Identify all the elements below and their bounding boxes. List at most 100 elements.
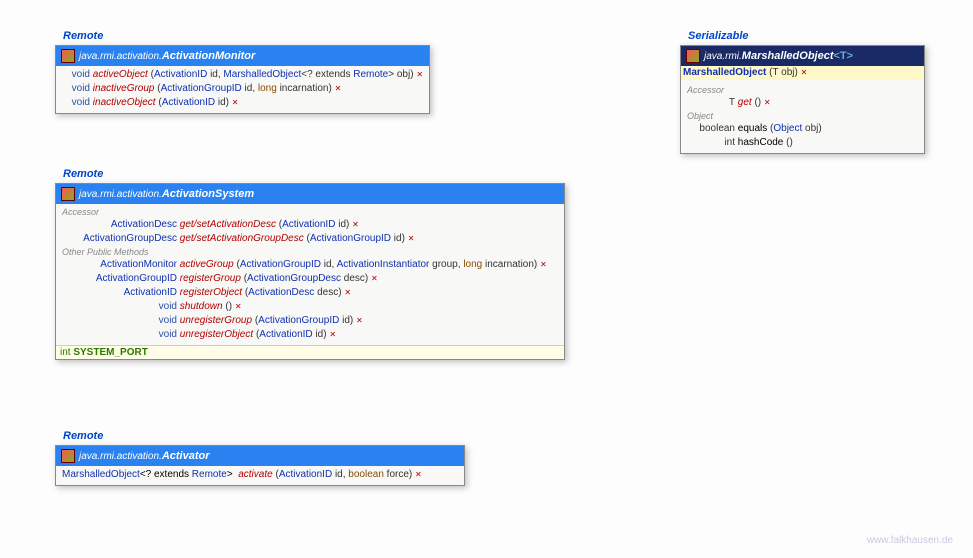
return-type: void [62,300,177,314]
method-row: boolean equals (Object obj) [685,122,920,136]
method-name: equals [738,123,767,134]
method-row: void unregisterGroup (ActivationGroupID … [60,314,560,328]
params: (ActivationDesc desc) [245,287,342,298]
method-name: activeGroup [180,259,234,270]
params: (Object obj) [770,123,822,134]
params: (ActivationID id, boolean force) [275,469,412,480]
method-row: void inactiveObject (ActivationID id) ✕ [60,96,425,110]
method-row: void unregisterObject (ActivationID id) … [60,328,560,342]
throws-icon: ✕ [344,288,351,297]
method-name: registerGroup [180,273,241,284]
method-row: void inactiveGroup (ActivationGroupID id… [60,82,425,96]
params: () [786,137,793,148]
method-row: void shutdown () ✕ [60,300,560,314]
stereotype-remote-3: Remote [63,430,103,442]
throws-icon: ✕ [801,68,808,77]
field-row: int SYSTEM_PORT [56,345,564,359]
footer-link[interactable]: www.falkhausen.de [867,535,953,546]
params: (ActivationID id) [279,219,350,230]
class-activation-system: java.rmi.activation. ActivationSystem Ac… [55,183,565,360]
method-name: unregisterObject [180,329,253,340]
method-row: ActivationDesc get/setActivationDesc (Ac… [60,218,560,232]
return-type: void [62,68,90,82]
pkg-label: java.rmi. [704,51,742,62]
method-body: Accessor T get () ✕ Object boolean equal… [681,80,924,153]
class-icon [686,49,700,63]
throws-icon: ✕ [371,274,378,283]
interface-icon [61,187,75,201]
method-name: activeObject [93,69,148,80]
method-body: Accessor ActivationDesc get/setActivatio… [56,204,564,345]
pkg-label: java.rmi.activation. [79,51,162,62]
pkg-label: java.rmi.activation. [79,451,162,462]
params: () [754,97,761,108]
throws-icon: ✕ [415,470,422,479]
throws-icon: ✕ [356,316,363,325]
throws-icon: ✕ [335,84,342,93]
section-other: Other Public Methods [60,246,560,258]
class-name: ActivationSystem [162,188,254,200]
method-name: get [738,97,752,108]
method-row: ActivationID registerObject (ActivationD… [60,286,560,300]
method-row: ActivationGroupDesc get/setActivationGro… [60,232,560,246]
titlebar-activation-monitor: java.rmi.activation. ActivationMonitor [56,46,429,66]
return-type: T [687,96,735,110]
method-body: MarshalledObject<? extends Remote> activ… [56,466,464,485]
constructor-name: MarshalledObject [683,67,766,78]
method-row: ActivationMonitor activeGroup (Activatio… [60,258,560,272]
params: (ActivationID id, MarshalledObject<? ext… [151,69,417,80]
return-type: ActivationMonitor [62,258,177,272]
return-type: ActivationID [62,286,177,300]
throws-icon: ✕ [232,98,239,107]
return-type: void [62,328,177,342]
method-name: get/setActivationGroupDesc [180,233,304,244]
stereotype-serializable: Serializable [688,30,749,42]
interface-icon [61,49,75,63]
throws-icon: ✕ [764,98,771,107]
titlebar-activator: java.rmi.activation. Activator [56,446,464,466]
titlebar-activation-system: java.rmi.activation. ActivationSystem [56,184,564,204]
throws-icon: ✕ [329,330,336,339]
params: (ActivationGroupDesc desc) [244,273,369,284]
params: () [225,301,232,312]
method-name: inactiveGroup [93,83,155,94]
method-row: ActivationGroupID registerGroup (Activat… [60,272,560,286]
params: (ActivationGroupID id, long incarnation) [157,83,334,94]
interface-icon [61,449,75,463]
throws-icon: ✕ [235,302,242,311]
return-type: ActivationGroupID [62,272,177,286]
return-type: void [62,96,90,110]
titlebar-marshalled-object: java.rmi. MarshalledObject <T> [681,46,924,66]
section-accessor: Accessor [685,84,920,96]
throws-icon: ✕ [540,260,547,269]
return-type: ActivationGroupDesc [62,232,177,246]
return-type: MarshalledObject<? extends Remote> [62,468,233,482]
method-row: MarshalledObject<? extends Remote> activ… [60,468,460,482]
class-marshalled-object: java.rmi. MarshalledObject <T> Marshalle… [680,45,925,154]
return-type: int [687,136,735,150]
stereotype-remote-2: Remote [63,168,103,180]
params: (ActivationGroupID id, ActivationInstant… [236,259,537,270]
stereotype-remote-1: Remote [63,30,103,42]
method-row: T get () ✕ [685,96,920,110]
section-accessor: Accessor [60,206,560,218]
method-row: void activeObject (ActivationID id, Mars… [60,68,425,82]
class-activator: java.rmi.activation. Activator Marshalle… [55,445,465,486]
section-object: Object [685,110,920,122]
throws-icon: ✕ [416,70,423,79]
constructor-row: MarshalledObject (T obj) ✕ [681,66,924,80]
pkg-label: java.rmi.activation. [79,189,162,200]
method-body: void activeObject (ActivationID id, Mars… [56,66,429,113]
method-name: activate [238,469,272,480]
method-name: inactiveObject [93,97,156,108]
method-row: int hashCode () [685,136,920,150]
return-type: boolean [687,122,735,136]
class-name: ActivationMonitor [162,50,256,62]
method-name: shutdown [180,301,223,312]
params: (T obj) [769,67,798,78]
params: (ActivationID id) [158,97,229,108]
field-type: int [60,347,71,358]
params: (ActivationID id) [256,329,327,340]
class-name: Activator [162,450,210,462]
throws-icon: ✕ [352,220,359,229]
